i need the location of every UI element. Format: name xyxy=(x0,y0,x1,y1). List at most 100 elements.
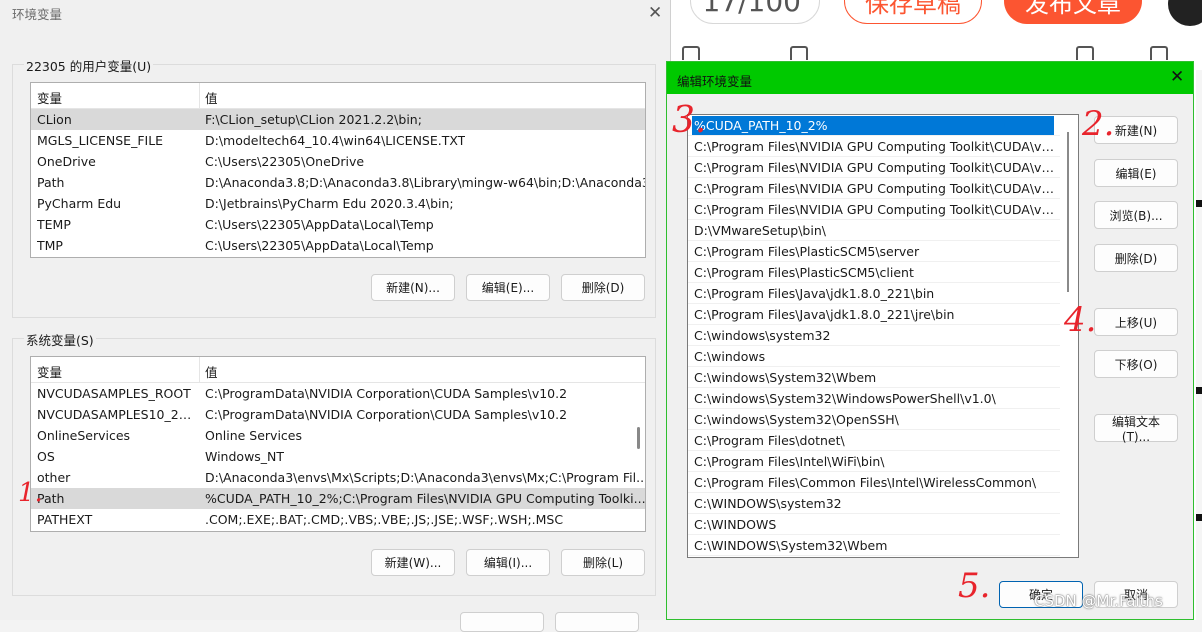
path-items: %CUDA_PATH_10_2% C:\Program Files\NVIDIA … xyxy=(688,115,1078,556)
column-header-variable[interactable]: 变量 xyxy=(37,362,62,381)
path-list-item[interactable]: C:\Program Files\PlasticSCM5\client xyxy=(688,262,1060,283)
variable-name: OneDrive xyxy=(37,154,96,169)
path-browse-button[interactable]: 浏览(B)... xyxy=(1094,201,1178,229)
path-move-up-button[interactable]: 上移(U) xyxy=(1094,308,1178,336)
variable-value: C:\Users\22305\OneDrive xyxy=(205,154,365,169)
scrollbar-thumb[interactable] xyxy=(1067,132,1069,292)
path-edit-button[interactable]: 编辑(E) xyxy=(1094,159,1178,187)
path-list-item[interactable]: C:\windows\System32\Wbem xyxy=(688,367,1060,388)
path-list-item[interactable]: C:\windows\System32\OpenSSH\ xyxy=(688,409,1060,430)
path-entry-text: C:\Program Files\Java\jdk1.8.0_221\bin xyxy=(694,286,935,301)
table-row[interactable]: MGLS_LICENSE_FILE D:\modeltech64_10.4\win… xyxy=(31,130,645,151)
path-list-item[interactable]: C:\Program Files\Intel\WiFi\bin\ xyxy=(688,451,1060,472)
toolbar-icon[interactable] xyxy=(1150,46,1168,60)
variable-name: NVCUDASAMPLES_ROOT xyxy=(37,386,191,401)
path-list-item[interactable]: C:\Program Files\NVIDIA GPU Computing To… xyxy=(688,178,1060,199)
variable-name: OS xyxy=(37,449,55,464)
annotation-step-5: 5. xyxy=(958,566,991,606)
system-variables-table[interactable]: 变量 值 NVCUDASAMPLES_ROOT C:\ProgramData\NV… xyxy=(30,356,646,532)
word-counter: 17/100 xyxy=(690,0,820,24)
path-move-down-button[interactable]: 下移(O) xyxy=(1094,350,1178,378)
path-list-item[interactable]: D:\VMwareSetup\bin\ xyxy=(688,220,1060,241)
variable-value: .COM;.EXE;.BAT;.CMD;.VBS;.VBE;.JS;.JSE;.… xyxy=(205,512,564,527)
toolbar-icon[interactable] xyxy=(1076,46,1094,60)
user-edit-button[interactable]: 编辑(E)... xyxy=(466,274,550,301)
variable-value: D:\Jetbrains\PyCharm Edu 2020.3.4\bin; xyxy=(205,196,454,211)
dialog-title: 环境变量 xyxy=(12,7,63,22)
env-ok-button-partial[interactable] xyxy=(460,612,544,632)
table-row[interactable]: PyCharm Edu D:\Jetbrains\PyCharm Edu 2020… xyxy=(31,193,645,214)
publish-button[interactable]: 发布文章 xyxy=(1004,0,1142,24)
table-row[interactable]: NVCUDASAMPLES_ROOT C:\ProgramData\NVIDIA … xyxy=(31,383,645,404)
path-list-item[interactable]: C:\windows\system32 xyxy=(688,325,1060,346)
scrollbar-thumb[interactable] xyxy=(637,427,640,449)
close-icon[interactable]: ✕ xyxy=(1170,67,1184,87)
avatar[interactable] xyxy=(1168,0,1202,26)
table-header: 变量 值 xyxy=(31,357,645,383)
close-icon[interactable]: ✕ xyxy=(648,3,662,23)
variable-value: %CUDA_PATH_10_2%;C:\Program Files\NVIDIA… xyxy=(205,491,646,506)
variable-name: NVCUDASAMPLES10_2_R... xyxy=(37,407,193,422)
table-row[interactable]: Path D:\Anaconda3.8;D:\Anaconda3.8\Librar… xyxy=(31,172,645,193)
page-edge xyxy=(1196,70,1202,620)
table-row[interactable]: NVCUDASAMPLES10_2_R... C:\ProgramData\NVI… xyxy=(31,404,645,425)
table-row[interactable]: Path %CUDA_PATH_10_2%;C:\Program Files\NV… xyxy=(31,488,645,509)
path-list-item[interactable]: C:\WINDOWS xyxy=(688,514,1060,535)
user-new-button[interactable]: 新建(N)... xyxy=(371,274,455,301)
path-list-item[interactable]: %CUDA_PATH_10_2% xyxy=(688,115,1060,136)
path-list-item[interactable]: C:\windows xyxy=(688,346,1060,367)
toolbar-icon[interactable] xyxy=(790,46,808,60)
system-delete-button[interactable]: 删除(L) xyxy=(561,549,645,576)
variable-value: Windows_NT xyxy=(205,449,285,464)
system-rows: NVCUDASAMPLES_ROOT C:\ProgramData\NVIDIA … xyxy=(31,383,645,530)
user-variables-label: 22305 的用户变量(U) xyxy=(24,56,154,75)
table-row[interactable]: TEMP C:\Users\22305\AppData\Local\Temp xyxy=(31,214,645,235)
path-list-item[interactable]: C:\Program Files\Java\jdk1.8.0_221\jre\b… xyxy=(688,304,1060,325)
table-row[interactable]: OnlineServices Online Services xyxy=(31,425,645,446)
env-cancel-button-partial[interactable] xyxy=(555,612,639,632)
system-edit-button[interactable]: 编辑(I)... xyxy=(466,549,550,576)
variable-name: OnlineServices xyxy=(37,428,131,443)
variable-value: C:\ProgramData\NVIDIA Corporation\CUDA S… xyxy=(205,386,568,401)
path-list-item[interactable]: C:\Program Files\NVIDIA GPU Computing To… xyxy=(688,157,1060,178)
table-row[interactable]: PATHEXT .COM;.EXE;.BAT;.CMD;.VBS;.VBE;.JS… xyxy=(31,509,645,530)
title-bar[interactable]: 编辑环境变量 ✕ xyxy=(667,62,1193,94)
user-delete-button[interactable]: 删除(D) xyxy=(561,274,645,301)
save-draft-button[interactable]: 保存草稿 xyxy=(844,0,982,24)
path-list-item[interactable]: C:\Program Files\NVIDIA GPU Computing To… xyxy=(688,136,1060,157)
annotation-step-2: 2. xyxy=(1082,104,1115,144)
path-list-item[interactable]: C:\Program Files\Common Files\Intel\Wire… xyxy=(688,472,1060,493)
table-row[interactable]: OS Windows_NT xyxy=(31,446,645,467)
path-entry-text: C:\windows xyxy=(694,349,766,364)
path-edit-text-button[interactable]: 编辑文本(T)... xyxy=(1094,414,1178,444)
user-variables-table[interactable]: 变量 值 CLion F:\CLion_setup\CLion 2021.2.2\… xyxy=(30,82,646,258)
system-new-button[interactable]: 新建(W)... xyxy=(371,549,455,576)
table-row[interactable]: CLion F:\CLion_setup\CLion 2021.2.2\bin; xyxy=(31,109,645,130)
path-list-item[interactable]: C:\windows\System32\WindowsPowerShell\v1… xyxy=(688,388,1060,409)
path-list-item[interactable]: C:\WINDOWS\System32\Wbem xyxy=(688,535,1060,556)
column-header-variable[interactable]: 变量 xyxy=(37,88,62,107)
variable-name: TMP xyxy=(37,238,63,253)
toolbar-icon[interactable] xyxy=(682,46,700,60)
path-list-item[interactable]: C:\Program Files\PlasticSCM5\server xyxy=(688,241,1060,262)
path-entry-text: C:\Program Files\Common Files\Intel\Wire… xyxy=(694,475,1037,490)
annotation-step-4: 4. xyxy=(1064,300,1097,340)
path-delete-button[interactable]: 删除(D) xyxy=(1094,244,1178,272)
path-list[interactable]: %CUDA_PATH_10_2% C:\Program Files\NVIDIA … xyxy=(687,114,1079,558)
page-edge-mark xyxy=(1196,200,1202,207)
table-row[interactable]: other D:\Anaconda3\envs\Mx\Scripts;D:\Ana… xyxy=(31,467,645,488)
table-row[interactable]: OneDrive C:\Users\22305\OneDrive xyxy=(31,151,645,172)
path-list-item[interactable]: C:\Program Files\dotnet\ xyxy=(688,430,1060,451)
variable-value: C:\Users\22305\AppData\Local\Temp xyxy=(205,238,434,253)
column-divider[interactable] xyxy=(199,83,200,108)
path-list-item[interactable]: C:\WINDOWS\system32 xyxy=(688,493,1060,514)
column-header-value[interactable]: 值 xyxy=(205,362,218,381)
path-list-item[interactable]: C:\Program Files\NVIDIA GPU Computing To… xyxy=(688,199,1060,220)
column-header-value[interactable]: 值 xyxy=(205,88,218,107)
variable-name: PyCharm Edu xyxy=(37,196,122,211)
table-row[interactable]: TMP C:\Users\22305\AppData\Local\Temp xyxy=(31,235,645,256)
table-header: 变量 值 xyxy=(31,83,645,109)
path-entry-text: C:\WINDOWS\System32\Wbem xyxy=(694,538,888,553)
column-divider[interactable] xyxy=(199,357,200,382)
path-list-item[interactable]: C:\Program Files\Java\jdk1.8.0_221\bin xyxy=(688,283,1060,304)
